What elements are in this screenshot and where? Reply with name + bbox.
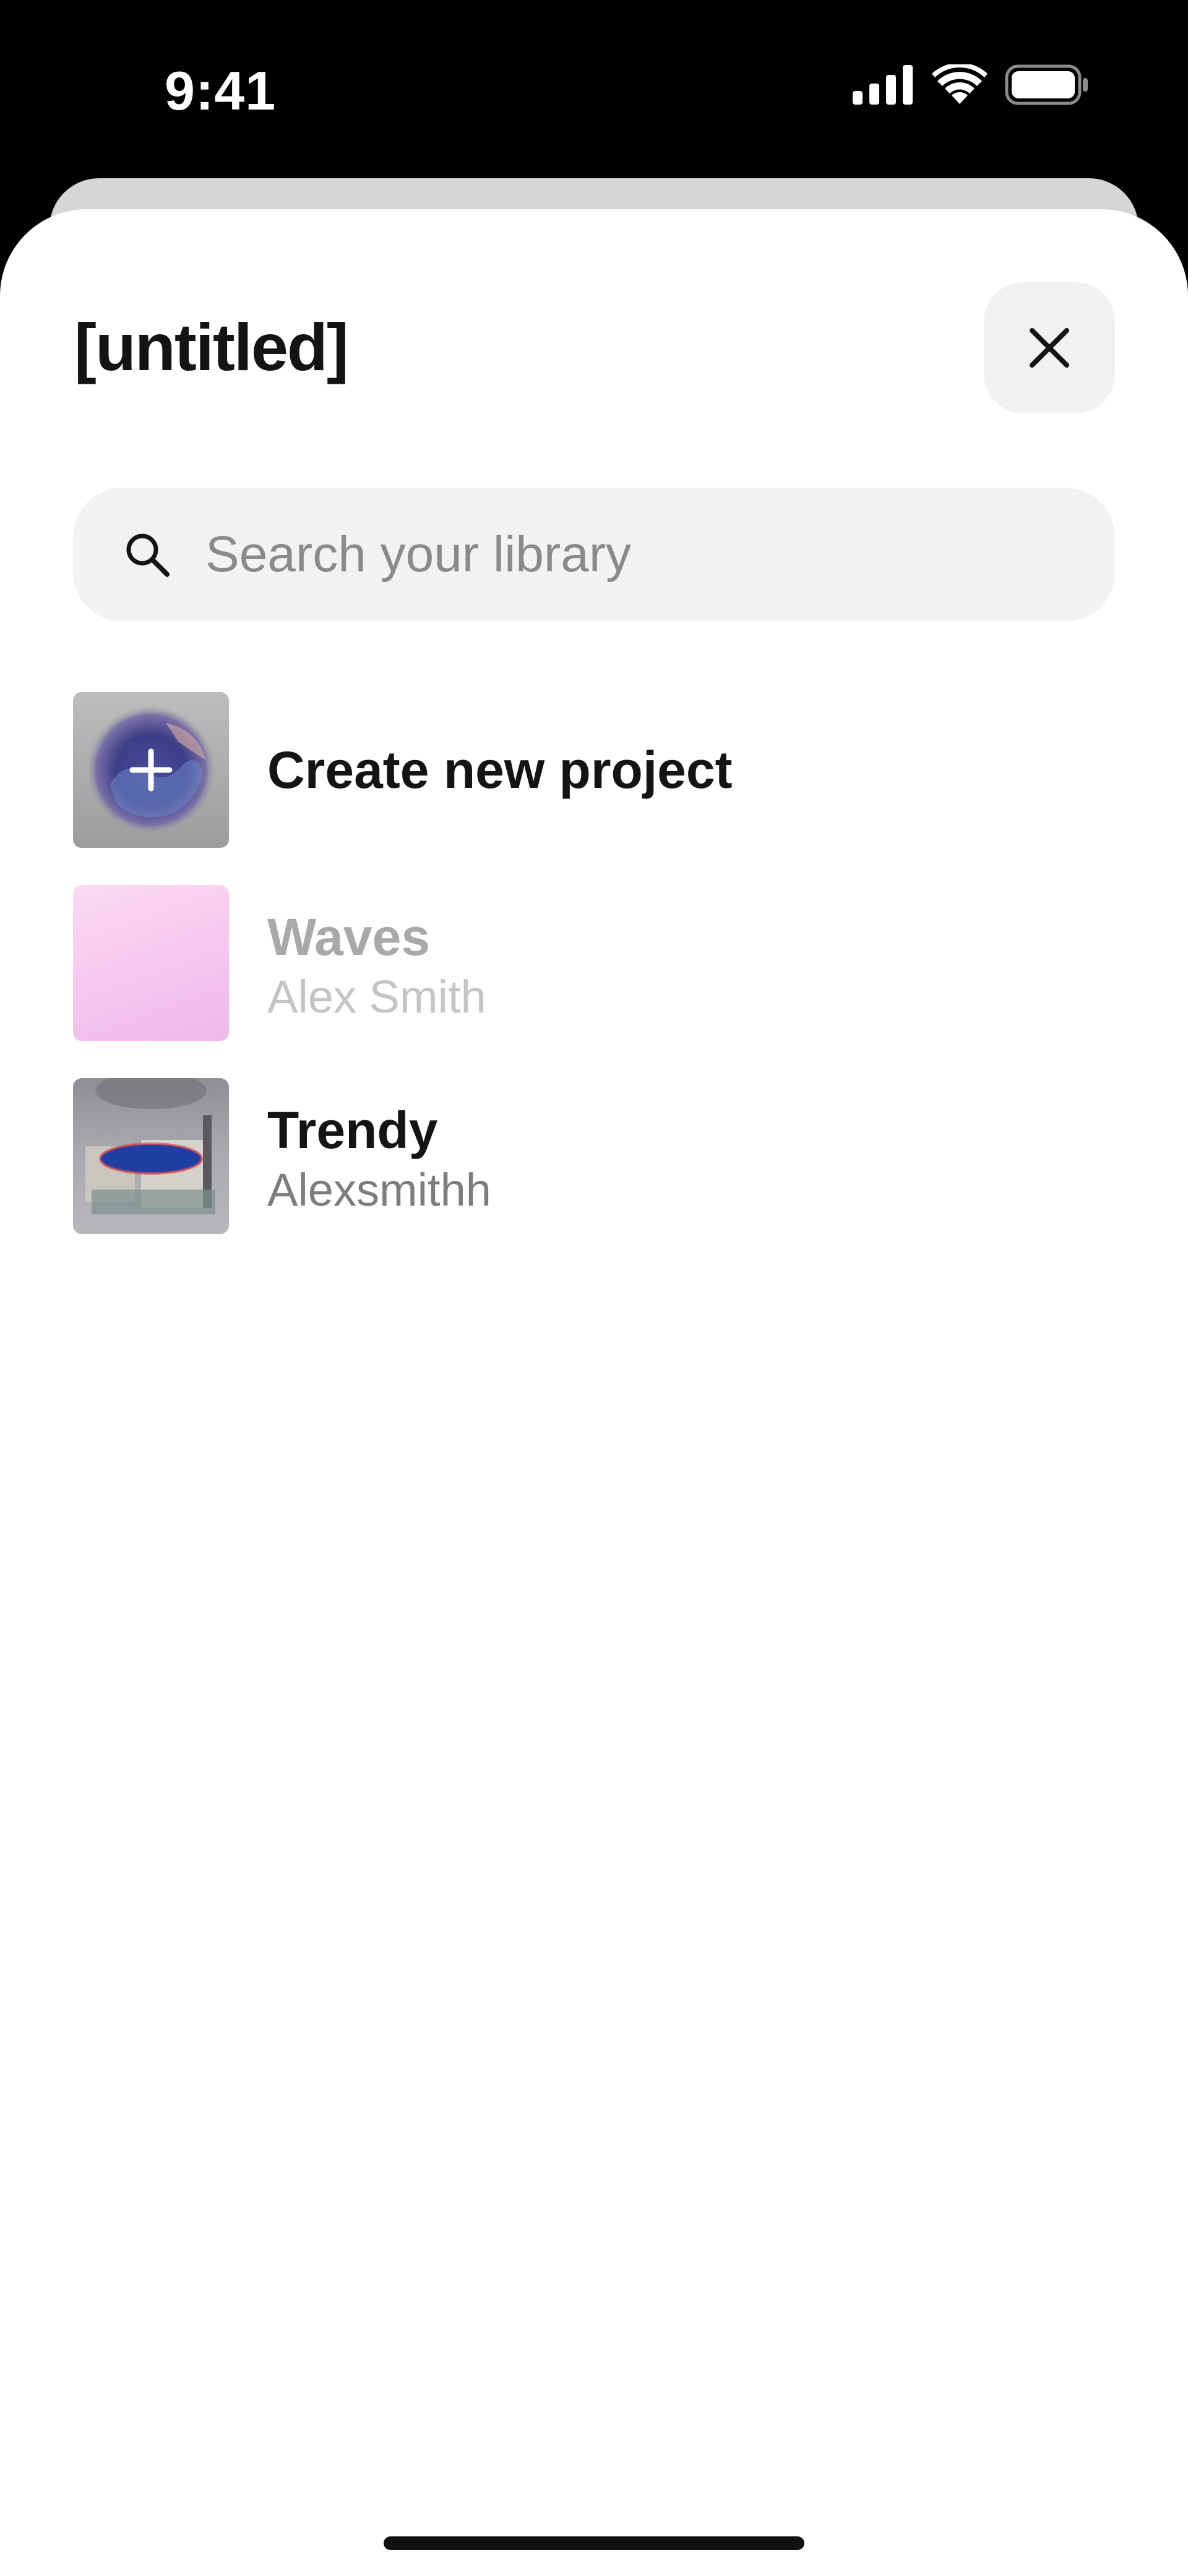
status-bar: 9:41 — [0, 0, 1188, 173]
home-indicator — [384, 2536, 804, 2550]
search-bar[interactable] — [73, 488, 1115, 621]
project-artwork — [85, 1078, 215, 1214]
library-sheet: [untitled] Search your library Create ne… — [0, 209, 1188, 2576]
create-new-project-item[interactable]: Create new project — [73, 692, 1115, 848]
plus-icon — [129, 748, 173, 792]
close-button[interactable] — [984, 282, 1115, 413]
project-author: Alexsmithh — [267, 1164, 491, 1216]
sheet-title: [untitled] — [74, 309, 349, 384]
search-icon — [126, 534, 170, 577]
project-title: Trendy — [267, 1101, 438, 1159]
project-thumbnail — [73, 885, 229, 1041]
status-time: 9:41 — [165, 60, 277, 121]
project-thumbnail — [73, 1078, 229, 1234]
screen: 9:41 [untitled] Search your library Crea… — [0, 0, 1188, 2576]
battery-icon — [1005, 64, 1088, 105]
wifi-icon — [932, 64, 988, 104]
create-project-thumbnail — [73, 692, 229, 848]
cellular-signal-icon — [853, 65, 913, 105]
list-item[interactable]: Waves Alex Smith — [73, 885, 1115, 1041]
status-icons — [853, 64, 1089, 105]
create-new-project-label: Create new project — [267, 741, 733, 799]
list-item[interactable]: Trendy Alexsmithh — [73, 1078, 1115, 1234]
search-input[interactable] — [205, 488, 1072, 621]
project-author: Alex Smith — [267, 971, 486, 1022]
project-title: Waves — [267, 908, 431, 966]
close-icon — [1030, 328, 1069, 368]
